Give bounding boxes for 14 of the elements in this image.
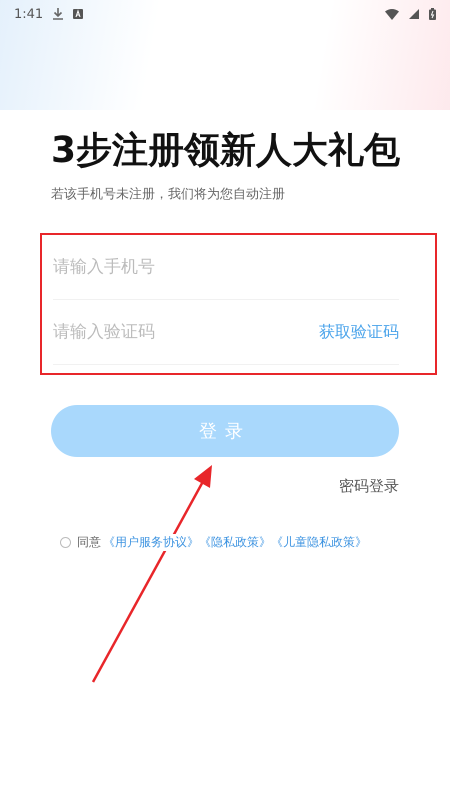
signal-icon: [409, 9, 419, 19]
subtitle: 若该手机号未注册，我们将为您自动注册: [51, 186, 286, 203]
download-icon: [53, 8, 64, 20]
page-title: 3步注册领新人大礼包: [51, 129, 402, 173]
agree-radio[interactable]: [60, 537, 71, 548]
status-time: 1:41: [14, 6, 44, 22]
app-notification-icon: [73, 9, 84, 19]
get-code-link[interactable]: 获取验证码: [319, 322, 399, 342]
phone-input[interactable]: 请输入手机号: [53, 247, 399, 287]
password-login-link[interactable]: 密码登录: [339, 477, 399, 496]
battery-icon: [429, 8, 436, 20]
agree-label: 同意: [77, 534, 101, 551]
code-input[interactable]: 请输入验证码: [53, 312, 319, 352]
wifi-icon: [385, 8, 399, 20]
